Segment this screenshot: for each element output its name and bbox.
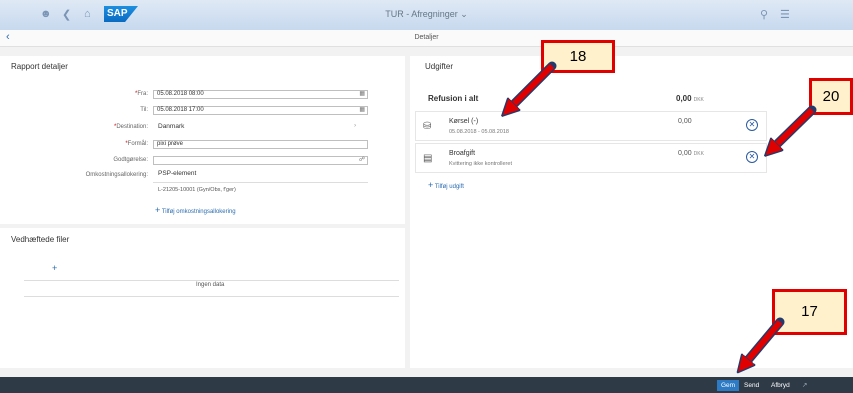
annotation-arrows [0,61,817,393]
arrow-20-fill [771,107,815,150]
arrow-17-fill [743,320,783,366]
arrow-18-fill [508,63,555,110]
